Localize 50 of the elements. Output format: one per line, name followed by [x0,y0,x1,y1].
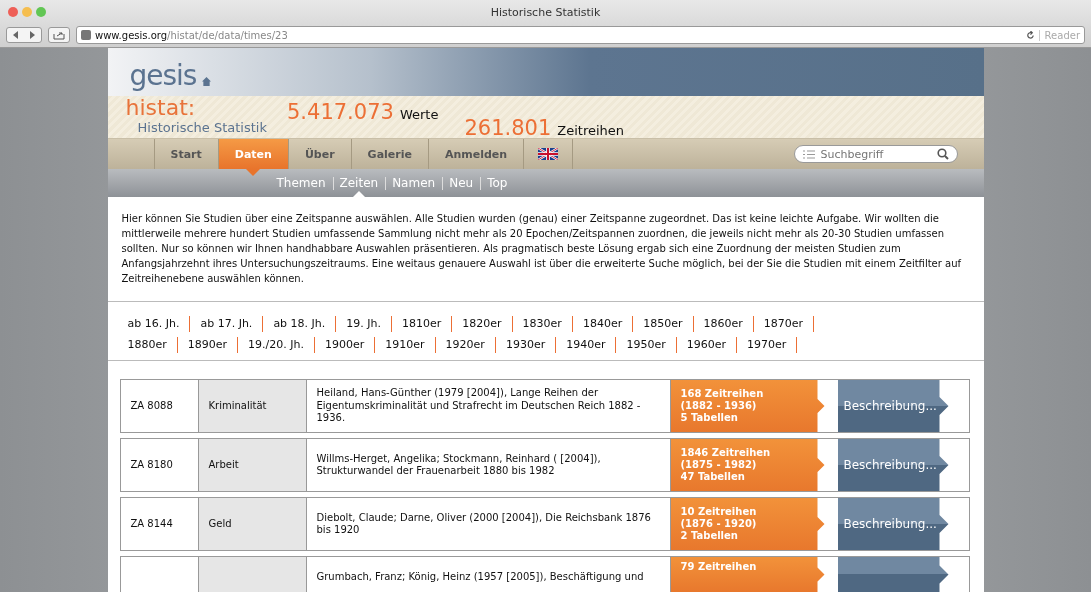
period-link[interactable]: 19. Jh. [336,316,392,332]
stat-label: Werte [399,107,439,122]
period-link[interactable]: 1880er [117,337,178,353]
stat-label: Zeitreihen [557,123,625,138]
brand-subtitle: Historische Statistik [136,120,267,135]
period-link[interactable]: 1970er [737,337,798,353]
site-logo[interactable]: gesis [129,62,197,90]
stat-value: 5.417.073 [287,100,394,124]
period-link[interactable]: 19./20. Jh. [238,337,315,353]
period-link[interactable]: ab 16. Jh. [117,316,191,332]
share-button[interactable] [48,27,70,43]
period-link[interactable]: 1930er [495,337,557,353]
period-link[interactable]: 1920er [435,337,496,353]
topic-cell: Geld [198,498,307,550]
search-icon[interactable] [936,148,949,160]
period-link[interactable]: 1830er [512,316,573,332]
window-title: Historische Statistik [489,5,602,19]
stat-value: 261.801 [464,116,552,140]
list-icon [802,149,815,159]
period-link[interactable]: 1890er [177,337,239,353]
period-link[interactable]: 1860er [693,316,754,332]
share-icon [53,30,65,40]
period-link[interactable]: 1810er [392,316,453,332]
topic-cell: Kriminalität [198,380,307,432]
period-link[interactable]: 1820er [452,316,513,332]
site-icon [81,30,91,40]
description-button[interactable]: Beschreibung... [837,439,949,491]
period-link[interactable]: 1840er [572,316,634,332]
period-link[interactable]: 1850er [633,316,694,332]
period-link[interactable]: ab 17. Jh. [190,316,264,332]
period-link[interactable]: 1950er [616,337,677,353]
period-link[interactable]: ab 18. Jh. [263,316,337,332]
period-link[interactable]: 1870er [753,316,815,332]
period-link[interactable]: 1910er [375,337,436,353]
reload-icon[interactable] [1025,30,1035,40]
back-forward-button[interactable] [6,27,42,43]
home-icon[interactable] [202,77,212,86]
search-input[interactable]: Suchbegriff [820,147,931,161]
intro-text: Hier können Sie Studien über eine Zeitspanne auswählen. Alle Studien wurden (genau) einer Zeitspanne zugeordnet. Das ist keine leichte Aufgabe. Wir wollten die mittlerweile mehrere hundert Studien umfassende Sammlung nicht mehr als 20 Epochen/Zeitspannen zuordnen, die jeweils nicht mehr als 20-30 Studien umfassen sollten. Nur so können wir Ihnen handhabbare Auswahlen präsentieren. Als pragmatisch beste Lösung ergab sich eine Zuordnung der meisten Studien zum Anfangsjahrzehnt ihres Untersuchungszeitraums. Eine weitaus genauere Auswahl ist über die erweiterte Suche möglich, bei der Sie die Studien mit einem Zeitfilter auf Zeitreihenebene auswählen können. [107,197,984,302]
search-field[interactable]: Suchbegriff [793,145,958,163]
window-controls[interactable] [8,7,46,17]
period-link[interactable]: 1940er [556,337,617,353]
uk-flag-icon [538,148,559,160]
topic-cell: Arbeit [198,439,307,491]
address-field[interactable]: www.gesis.org/histat/de/data/times/23 Reader [76,26,1085,44]
back-forward-arrows-icon [12,31,36,39]
description-button[interactable]: Beschreibung... [837,498,949,550]
description-button[interactable]: Beschreibung... [837,380,949,432]
period-link[interactable]: 1900er [315,337,376,353]
period-link[interactable]: 1960er [676,337,738,353]
